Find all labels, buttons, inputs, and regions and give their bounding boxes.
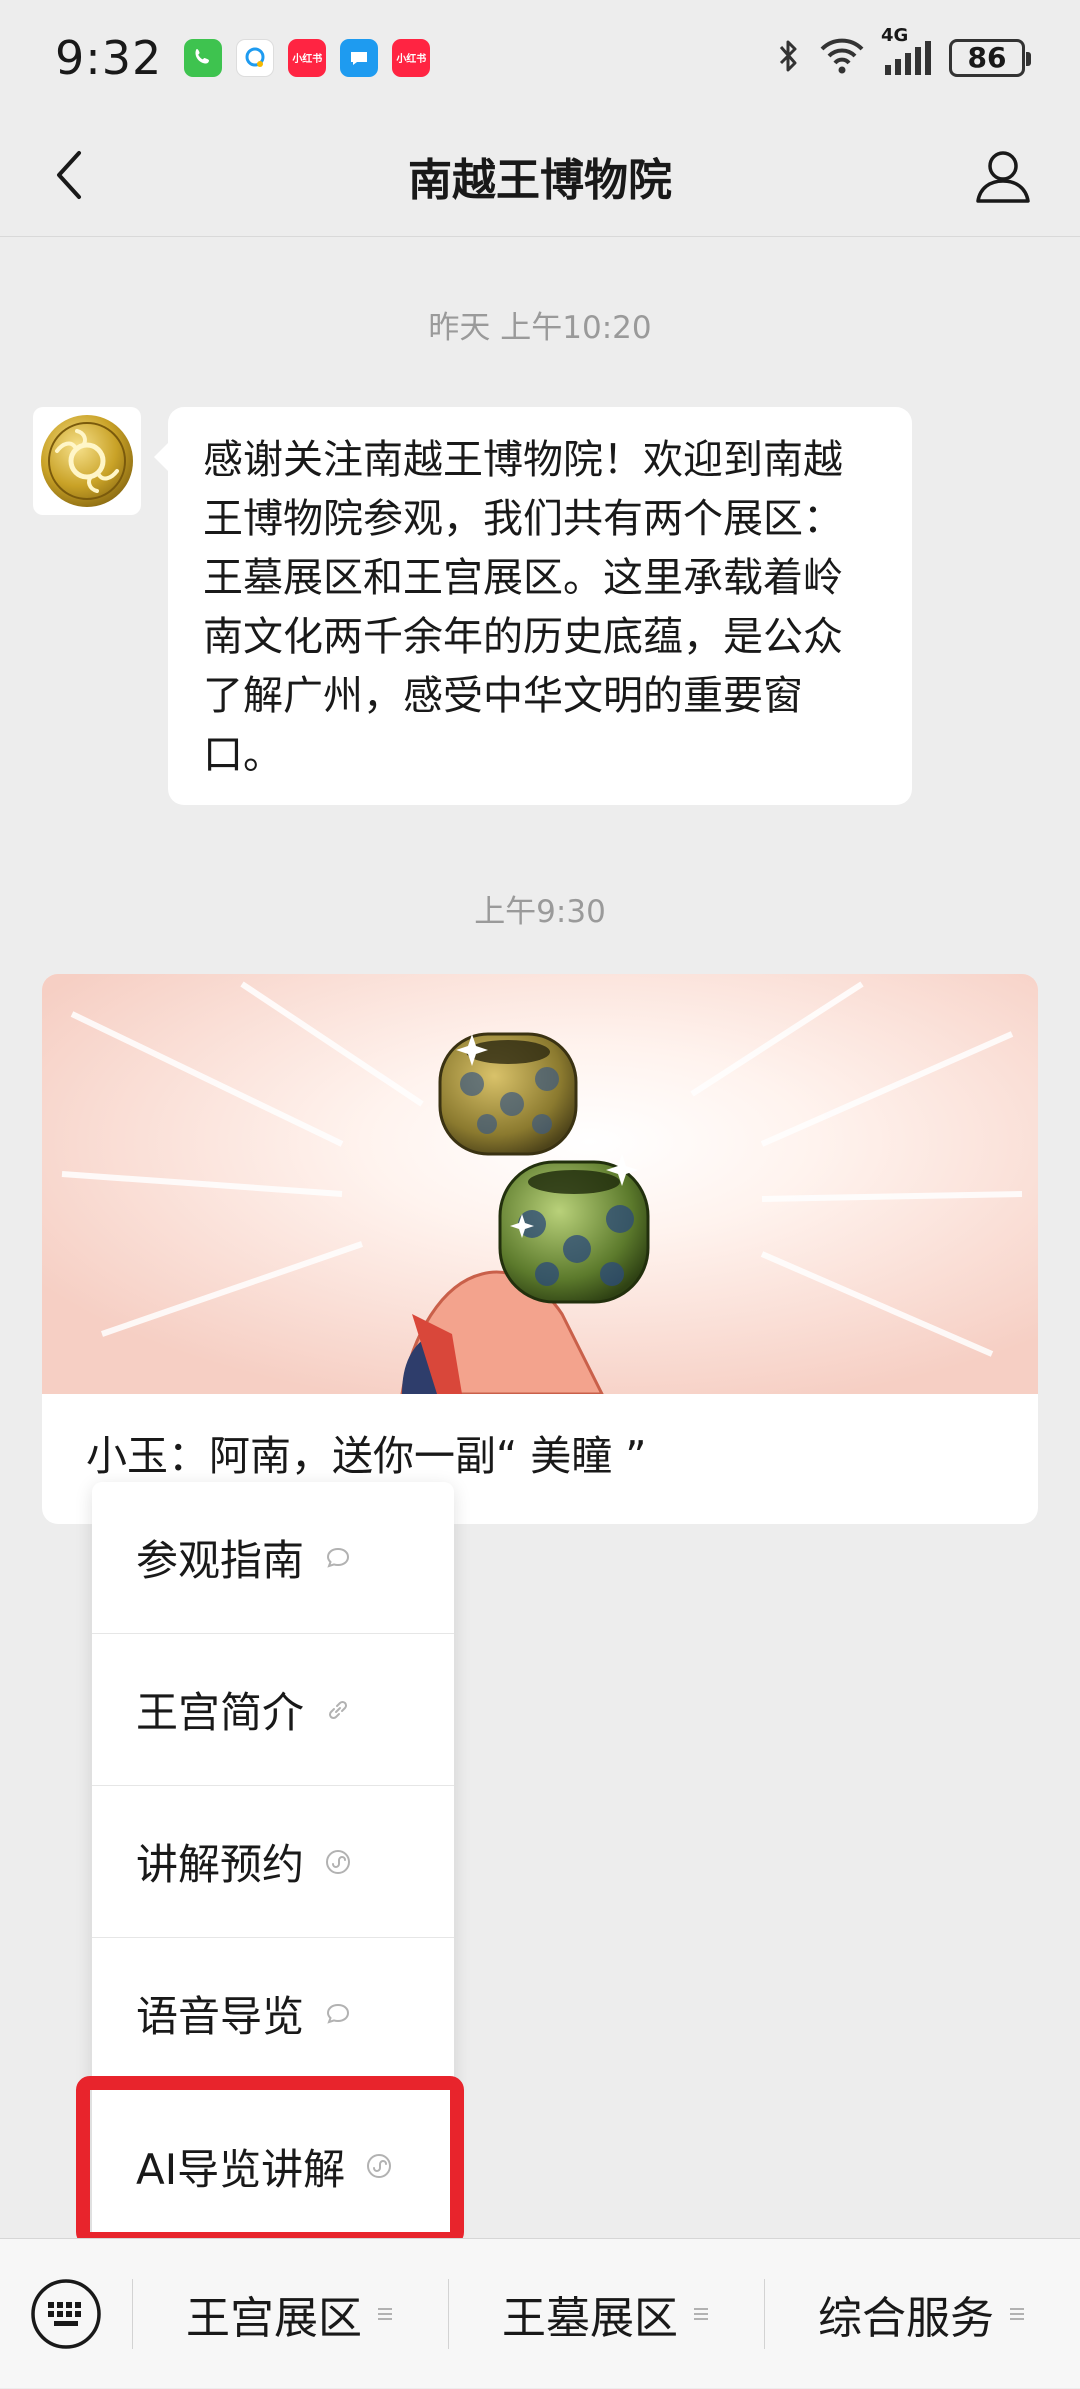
- chat-timestamp: 昨天 上午10:20: [428, 310, 652, 346]
- person-icon: [976, 151, 1030, 203]
- status-left: 9:32 小红书 小红书: [55, 30, 431, 85]
- qq-app-icon: [236, 38, 275, 77]
- network-type: 4G: [881, 24, 909, 46]
- tab-label: 综合服务: [818, 2292, 994, 2344]
- welcome-message-text: 感谢关注南越王博物院！欢迎到南越王博物院参观，我们共有两个展区：王墓展区和王宫展…: [203, 437, 843, 778]
- keyboard-icon: [31, 2278, 101, 2349]
- back-button[interactable]: [38, 145, 98, 205]
- menu-item-palace-intro[interactable]: 王宫简介: [92, 1634, 454, 1786]
- mini-program-icon: [365, 2152, 393, 2180]
- bluetooth-icon: [775, 36, 803, 80]
- battery-level: 86: [967, 41, 1007, 74]
- status-bar: 9:32 小红书 小红书 4G 86: [0, 0, 1080, 115]
- menu-item-audio-guide[interactable]: 语音导览: [92, 1938, 454, 2090]
- chat-timestamp-2: 上午9:30: [474, 894, 606, 930]
- tab-label: 王墓展区: [502, 2292, 678, 2344]
- phone-app-icon: [184, 38, 223, 77]
- mini-program-icon: [324, 1848, 352, 1876]
- menu-item-visit-guide[interactable]: 参观指南: [92, 1482, 454, 1634]
- menu-item-label: AI导览讲解: [136, 2144, 346, 2194]
- menu-item-tour-booking[interactable]: 讲解预约: [92, 1786, 454, 1938]
- status-right: 4G 86: [775, 25, 1031, 80]
- profile-button[interactable]: [970, 143, 1036, 209]
- tab-label: 王宫展区: [186, 2292, 362, 2344]
- menu-lines-icon: [692, 2305, 710, 2323]
- wifi-icon: [819, 37, 865, 79]
- bottom-menu-bar: 王宫展区 王墓展区 综合服务: [0, 2238, 1080, 2388]
- menu-item-label: 王宫简介: [136, 1688, 305, 1737]
- message-app-icon: [340, 38, 379, 77]
- museum-logo-icon: [41, 415, 133, 507]
- menu-item-label: 参观指南: [136, 1536, 305, 1585]
- popup-menu: 参观指南 王宫简介 讲解预约 语音导览 AI导览讲解: [92, 1482, 454, 2244]
- menu-item-label: 讲解预约: [136, 1840, 305, 1889]
- avatar[interactable]: [33, 407, 141, 515]
- status-time: 9:32: [55, 30, 163, 85]
- page-title: 南越王博物院: [408, 154, 672, 206]
- menu-lines-icon: [1008, 2305, 1026, 2323]
- card-caption: 小玉：阿南，送你一副“ 美瞳 ”: [86, 1432, 647, 1480]
- menu-item-label: 语音导览: [136, 1992, 305, 2041]
- xiaohongshu-app-icon-2: 小红书: [392, 38, 431, 77]
- xiaohongshu-label-2: 小红书: [396, 54, 427, 65]
- tab-tomb-area[interactable]: 王墓展区: [448, 2239, 764, 2389]
- chevron-left-icon: [57, 151, 81, 199]
- message-icon: [324, 1544, 352, 1572]
- battery-indicator: 86: [949, 38, 1031, 77]
- message-icon: [324, 2000, 352, 2028]
- keyboard-toggle-button[interactable]: [0, 2239, 132, 2389]
- card-image: [42, 974, 1038, 1396]
- xiaohongshu-app-icon: 小红书: [288, 38, 327, 77]
- menu-item-ai-guide[interactable]: AI导览讲解: [92, 2090, 454, 2242]
- link-icon: [324, 1696, 352, 1724]
- article-card[interactable]: 小玉：阿南，送你一副“ 美瞳 ”: [42, 974, 1038, 1524]
- welcome-message-bubble: 感谢关注南越王博物院！欢迎到南越王博物院参观，我们共有两个展区：王墓展区和王宫展…: [154, 407, 912, 805]
- xiaohongshu-label: 小红书: [292, 54, 323, 65]
- menu-lines-icon: [376, 2305, 394, 2323]
- nav-bar: 南越王博物院: [0, 115, 1080, 237]
- illustration-image: [42, 974, 1038, 1396]
- cellular-icon: 4G: [881, 25, 933, 77]
- tab-palace-area[interactable]: 王宫展区: [132, 2239, 448, 2389]
- tab-general-services[interactable]: 综合服务: [764, 2239, 1080, 2389]
